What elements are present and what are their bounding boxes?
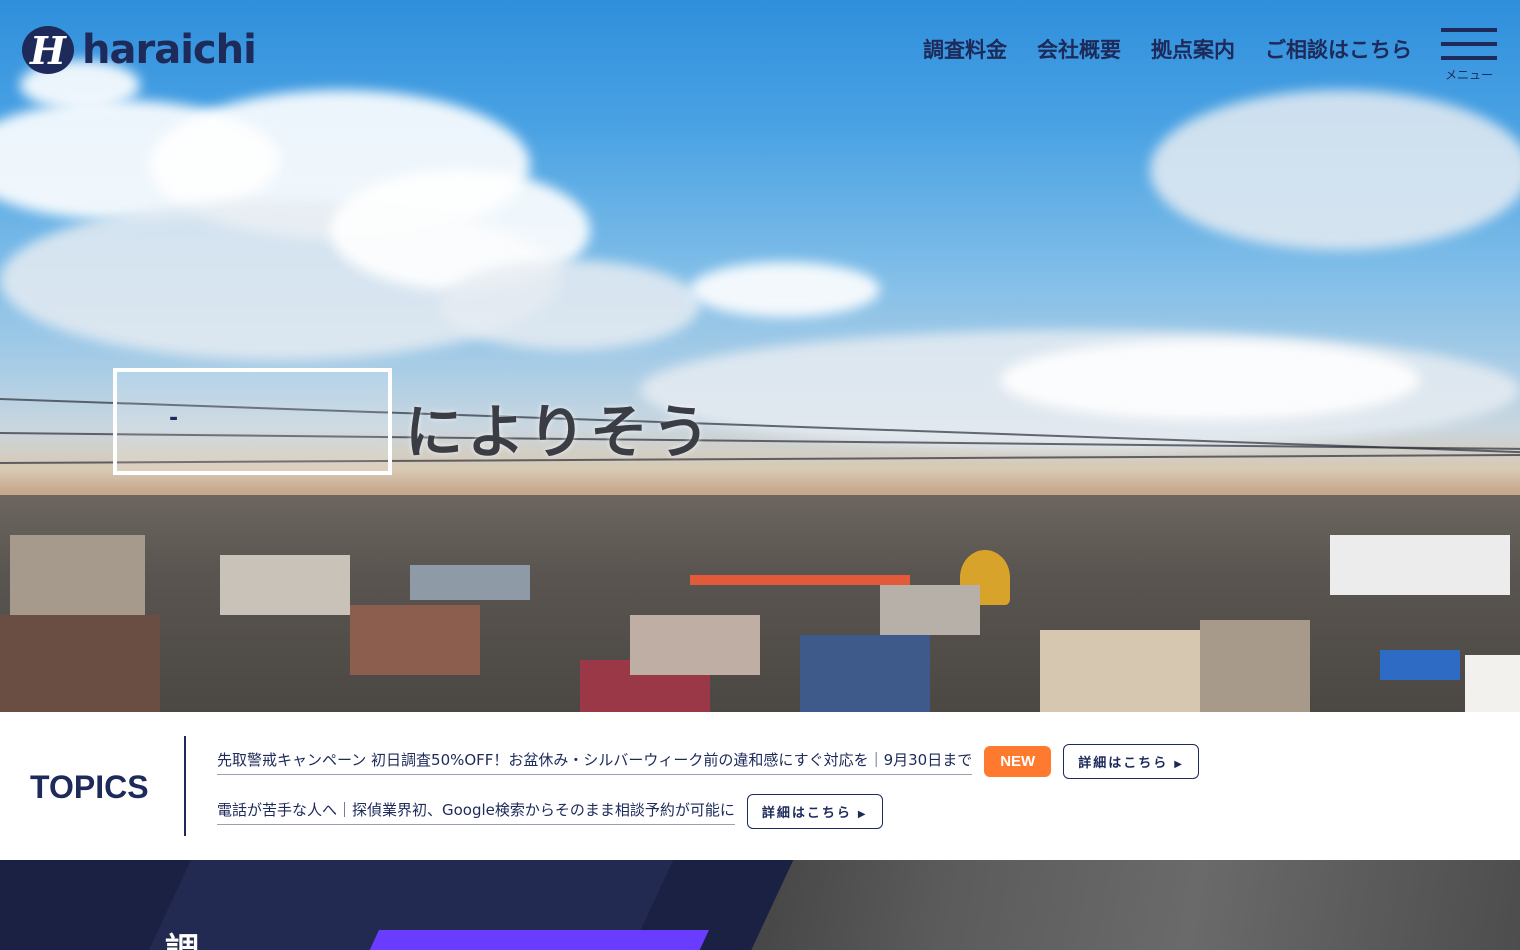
topic-link[interactable]: 電話が苦手な人へ｜探偵業界初、Google検索からそのまま相談予約が可能に bbox=[217, 799, 735, 825]
topics-title: TOPICS bbox=[30, 769, 149, 805]
hamburger-menu-button[interactable]: メニュー bbox=[1441, 28, 1497, 82]
building bbox=[0, 615, 160, 712]
topic-item: 電話が苦手な人へ｜探偵業界初、Google検索からそのまま相談予約が可能に 詳細… bbox=[217, 794, 883, 829]
building bbox=[1040, 630, 1200, 712]
detail-button-label: 詳細はこちら bbox=[1078, 756, 1169, 771]
building bbox=[350, 605, 480, 675]
hamburger-icon-bar bbox=[1441, 28, 1497, 32]
nav-item-locations[interactable]: 拠点案内 bbox=[1151, 34, 1235, 64]
logo[interactable]: haraichi bbox=[22, 26, 257, 74]
cloud bbox=[690, 262, 880, 317]
logo-mark-icon bbox=[22, 26, 74, 74]
detail-button[interactable]: 詳細はこちら ▶ bbox=[746, 794, 883, 829]
caret-right-icon: ▶ bbox=[1174, 759, 1184, 770]
headline-box-text: - bbox=[169, 406, 179, 431]
cloud bbox=[1000, 340, 1420, 420]
nav-item-company[interactable]: 会社概要 bbox=[1037, 34, 1121, 64]
cityscape bbox=[0, 495, 1520, 712]
cloud bbox=[440, 260, 700, 350]
section-photo bbox=[700, 860, 1520, 950]
menu-label: メニュー bbox=[1444, 68, 1493, 82]
building bbox=[1380, 650, 1460, 680]
building bbox=[880, 585, 980, 635]
topic-item: 先取警戒キャンペーン 初日調査50%OFF！お盆休み・シルバーウィーク前の違和感… bbox=[217, 744, 1199, 779]
caret-right-icon: ▶ bbox=[857, 809, 868, 820]
building bbox=[800, 635, 930, 712]
detail-button[interactable]: 詳細はこちら ▶ bbox=[1063, 744, 1199, 779]
building bbox=[630, 615, 760, 675]
section-heading: 調 bbox=[165, 923, 199, 950]
headline-box: - bbox=[113, 368, 392, 475]
service-section-preview: 調 bbox=[0, 860, 1520, 950]
hero-headline: によりそう bbox=[405, 398, 714, 466]
hamburger-icon-bar bbox=[1441, 42, 1497, 46]
building bbox=[10, 535, 145, 625]
new-badge: NEW bbox=[984, 746, 1052, 777]
building bbox=[1200, 620, 1310, 712]
nav-item-pricing[interactable]: 調査料金 bbox=[923, 34, 1007, 64]
hamburger-icon-bar bbox=[1441, 56, 1497, 60]
building bbox=[1330, 535, 1510, 595]
main-nav: 調査料金 会社概要 拠点案内 ご相談はこちら bbox=[923, 34, 1412, 64]
topics-divider bbox=[184, 736, 186, 836]
cloud bbox=[1150, 90, 1520, 250]
topics-section: TOPICS 先取警戒キャンペーン 初日調査50%OFF！お盆休み・シルバーウィ… bbox=[0, 712, 1520, 860]
building bbox=[220, 555, 350, 615]
building bbox=[690, 575, 910, 585]
detail-button-label: 詳細はこちら bbox=[761, 806, 852, 821]
logo-text: haraichi bbox=[82, 27, 257, 73]
topic-link[interactable]: 先取警戒キャンペーン 初日調査50%OFF！お盆休み・シルバーウィーク前の違和感… bbox=[217, 749, 973, 775]
building bbox=[410, 565, 530, 600]
accent-bar bbox=[365, 930, 709, 950]
building bbox=[1465, 655, 1520, 712]
hero-section: haraichi 調査料金 会社概要 拠点案内 ご相談はこちら メニュー - に… bbox=[0, 0, 1520, 712]
nav-item-consult[interactable]: ご相談はこちら bbox=[1265, 34, 1412, 64]
